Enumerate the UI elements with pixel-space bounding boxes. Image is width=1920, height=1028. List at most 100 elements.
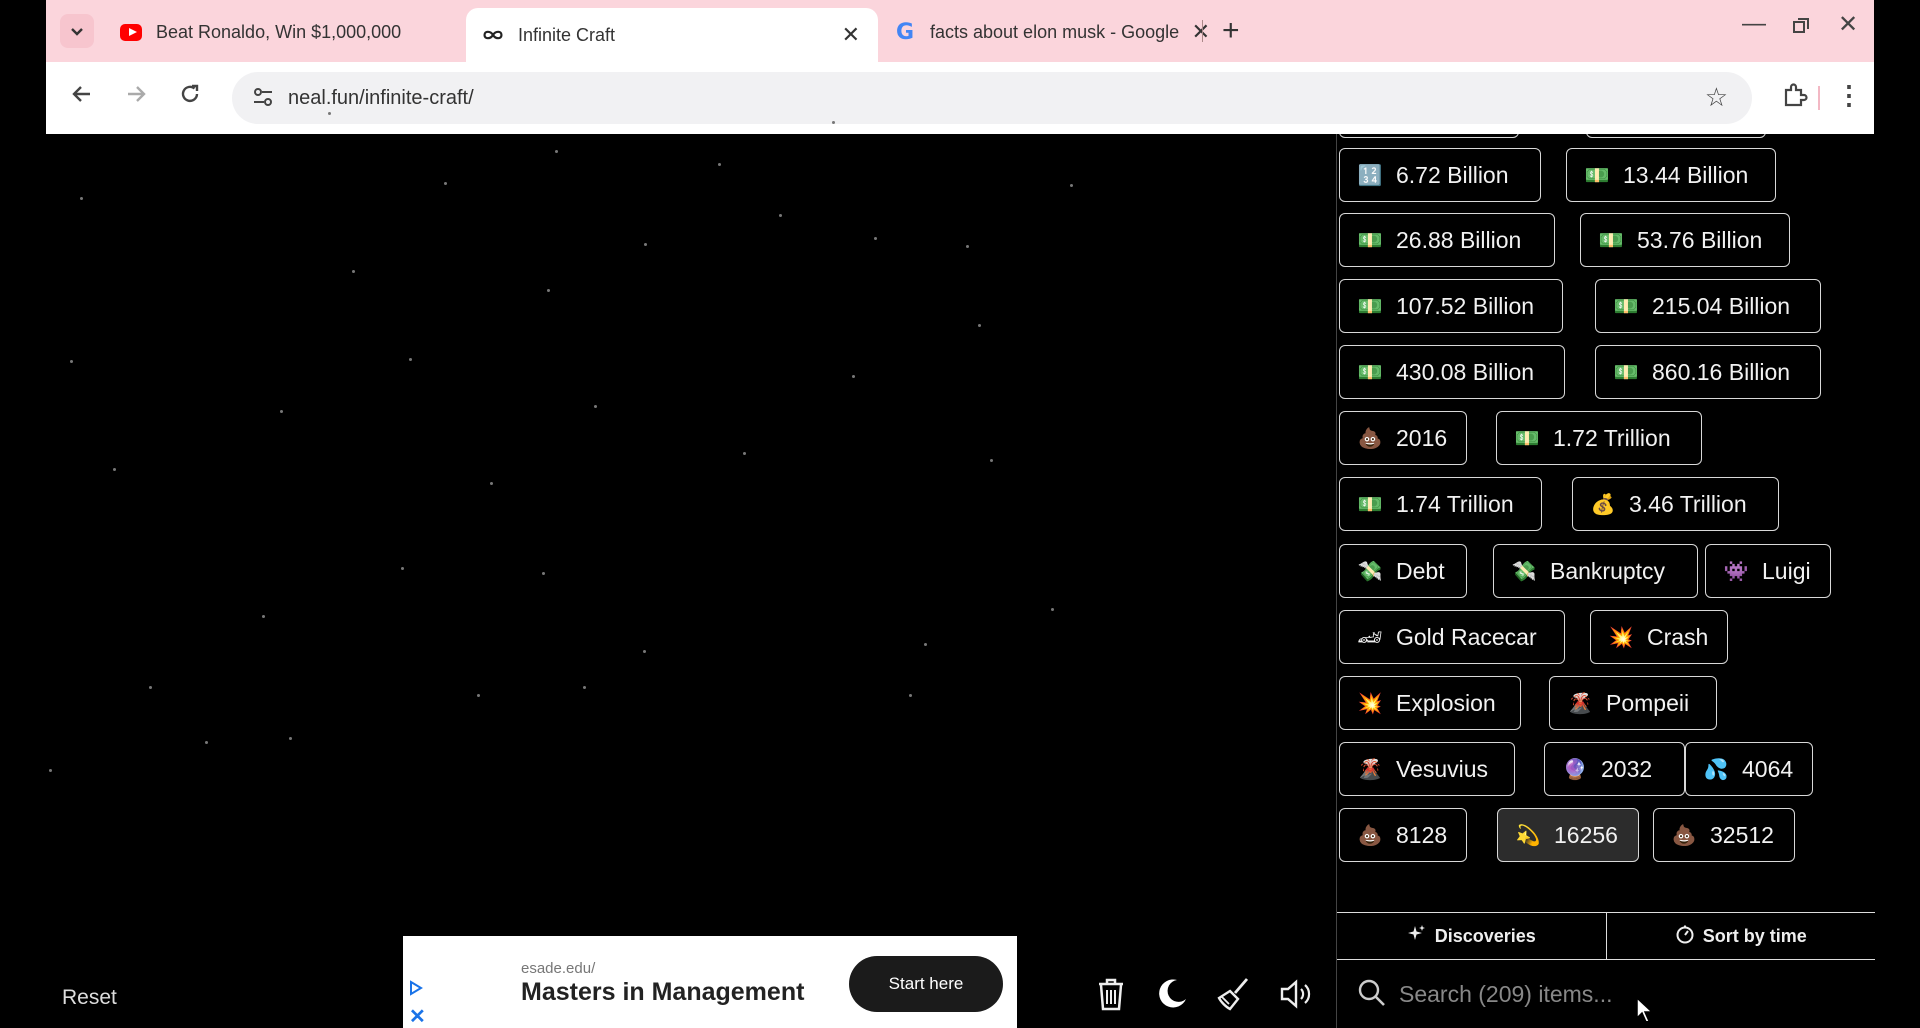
- menu-icon[interactable]: ⋮: [1836, 80, 1862, 111]
- item-chip[interactable]: 💥 Crash: [1590, 610, 1728, 664]
- discoveries-button[interactable]: Discoveries: [1337, 913, 1606, 959]
- forward-button[interactable]: [124, 82, 148, 113]
- item-emoji: 🔮: [1562, 757, 1588, 781]
- mouse-cursor-icon: [1636, 996, 1654, 1023]
- arrow-left-icon: [72, 86, 90, 102]
- item-chip[interactable]: 💸 Bankruptcy: [1493, 544, 1698, 598]
- reload-icon: [181, 84, 199, 103]
- tab-title: facts about elon musk - Google: [930, 21, 1180, 42]
- reload-button[interactable]: [178, 82, 202, 113]
- tab-google[interactable]: G facts about elon musk - Google ✕: [878, 8, 1244, 56]
- dark-mode-toggle[interactable]: [1152, 974, 1192, 1014]
- item-chip[interactable]: 💦 4064: [1685, 742, 1813, 796]
- item-label: 32512: [1710, 821, 1774, 848]
- item-label: Gold Racecar: [1396, 623, 1537, 650]
- item-emoji: 💵: [1514, 426, 1540, 450]
- minimize-button[interactable]: —: [1742, 10, 1766, 38]
- extensions-icon[interactable]: [1780, 82, 1808, 115]
- item-chip[interactable]: 💵 215.04 Billion: [1595, 279, 1821, 333]
- item-label: 860.16 Billion: [1652, 358, 1791, 385]
- item-chip[interactable]: 🏎 Gold Racecar: [1339, 610, 1565, 664]
- item-chip[interactable]: 💸 Debt: [1339, 544, 1467, 598]
- tab-youtube[interactable]: Beat Ronaldo, Win $1,000,000 ✕: [104, 8, 524, 56]
- tidy-up-button[interactable]: [1214, 974, 1254, 1014]
- sort-button[interactable]: Sort by time: [1605, 913, 1876, 959]
- background-dot: [1070, 184, 1073, 187]
- item-chip[interactable]: 👾 Luigi: [1705, 544, 1831, 598]
- restore-button[interactable]: [1792, 14, 1810, 42]
- sound-toggle[interactable]: [1276, 974, 1316, 1014]
- item-emoji: 💰: [1590, 492, 1616, 516]
- background-dot: [1051, 608, 1054, 611]
- close-icon[interactable]: ✕: [1192, 19, 1210, 45]
- background-dot: [262, 615, 265, 618]
- moon-icon: [1159, 979, 1186, 1008]
- ad-banner[interactable]: ✕ esade.edu/ Masters in Management Start…: [403, 936, 1017, 1028]
- item-chip[interactable]: 💰 3.46 Trillion: [1572, 477, 1779, 531]
- ad-cta-button[interactable]: Start here: [849, 956, 1003, 1012]
- item-emoji: 💵: [1357, 294, 1383, 318]
- trash-icon: [1099, 978, 1123, 1011]
- background-dot: [874, 237, 877, 240]
- item-chip[interactable]: 💩 32512: [1653, 808, 1795, 862]
- item-emoji: 💦: [1703, 757, 1729, 781]
- background-dot: [80, 197, 83, 200]
- youtube-icon: [120, 21, 142, 43]
- ad-close-icon[interactable]: ✕: [409, 1004, 426, 1028]
- item-chip[interactable]: 💫 16256: [1497, 808, 1639, 862]
- item-chip[interactable]: 💵 107.52 Billion: [1339, 279, 1563, 333]
- background-dot: [490, 482, 493, 485]
- item-chip[interactable]: 💵 860.16 Billion: [1595, 345, 1821, 399]
- item-chip[interactable]: 💵 53.76 Billion: [1580, 213, 1790, 267]
- item-chip[interactable]: 💵 26.88 Billion: [1339, 213, 1555, 267]
- item-chip[interactable]: 💵 430.08 Billion: [1339, 345, 1565, 399]
- search-input[interactable]: [1399, 974, 1849, 1014]
- background-dot: [978, 324, 981, 327]
- address-bar[interactable]: neal.fun/infinite-craft/ ☆: [232, 72, 1752, 124]
- item-chip[interactable]: 💰3.36 Billion: [1586, 134, 1766, 138]
- item-chip[interactable]: 🌍1.68 Billion: [1339, 134, 1519, 138]
- browser-toolbar: neal.fun/infinite-craft/ ☆ ⋮: [46, 62, 1874, 134]
- item-chip[interactable]: 💵 1.74 Trillion: [1339, 477, 1542, 531]
- broom-icon: [1217, 978, 1249, 1011]
- item-chip[interactable]: 🔮 2032: [1544, 742, 1685, 796]
- item-chip[interactable]: 💵 13.44 Billion: [1566, 148, 1776, 202]
- craft-canvas[interactable]: [46, 112, 1336, 1028]
- close-icon[interactable]: ✕: [842, 22, 860, 48]
- reset-button[interactable]: Reset: [62, 986, 117, 1010]
- item-chip[interactable]: 🌋 Vesuvius: [1339, 742, 1515, 796]
- item-chip[interactable]: 💩 2016: [1339, 411, 1467, 465]
- search-bar: [1337, 960, 1875, 1028]
- background-dot: [289, 737, 292, 740]
- tab-infinite-craft[interactable]: Infinite Craft ✕: [466, 8, 878, 62]
- item-emoji: 👾: [1723, 559, 1749, 583]
- items-list[interactable]: 🌍1.68 Billion 💰3.36 Billion 🔢 6.72 Billion 💵…: [1337, 134, 1875, 906]
- item-chip[interactable]: 💥 Explosion: [1339, 676, 1521, 730]
- item-emoji: 💥: [1357, 691, 1383, 715]
- item-chip[interactable]: 🔢 6.72 Billion: [1339, 148, 1541, 202]
- tab-search-button[interactable]: [60, 14, 94, 48]
- item-emoji: 💵: [1613, 360, 1639, 384]
- background-dot: [644, 243, 647, 246]
- item-emoji: 💥: [1608, 625, 1634, 649]
- new-tab-button[interactable]: +: [1222, 14, 1240, 48]
- item-label: 6.72 Billion: [1396, 161, 1509, 188]
- item-label: Vesuvius: [1396, 755, 1489, 782]
- ad-choices-icon[interactable]: [409, 980, 423, 996]
- item-label: 16256: [1554, 821, 1618, 848]
- bookmark-star-icon[interactable]: ☆: [1705, 82, 1728, 113]
- background-dot: [547, 289, 550, 292]
- clear-button[interactable]: [1091, 974, 1131, 1014]
- item-label: 430.08 Billion: [1396, 358, 1535, 385]
- item-chip[interactable]: 🌋 Pompeii: [1549, 676, 1717, 730]
- background-dot: [477, 694, 480, 697]
- item-chip[interactable]: 💩 8128: [1339, 808, 1467, 862]
- close-window-button[interactable]: ✕: [1838, 10, 1858, 39]
- site-settings-icon[interactable]: [252, 86, 274, 113]
- ad-headline[interactable]: Masters in Management: [521, 978, 804, 1007]
- infinite-craft-page: Reset ✕ esade.edu/ Masters in Management…: [46, 112, 1876, 1028]
- discoveries-label: Discoveries: [1434, 925, 1536, 946]
- google-icon: G: [895, 19, 915, 45]
- item-chip[interactable]: 💵 1.72 Trillion: [1496, 411, 1702, 465]
- back-button[interactable]: [70, 82, 94, 113]
